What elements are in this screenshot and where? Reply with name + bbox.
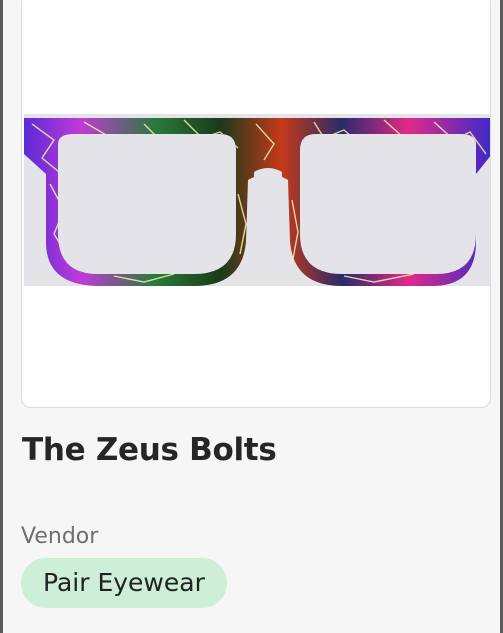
left-window-edge (0, 0, 3, 633)
vendor-label: Vendor (21, 524, 99, 549)
product-title: The Zeus Bolts (22, 432, 277, 468)
product-image-card[interactable] (21, 0, 491, 408)
vendor-tag-button[interactable]: Pair Eyewear (21, 558, 227, 608)
glasses-frame-graphic (24, 118, 490, 286)
product-image (24, 114, 490, 286)
